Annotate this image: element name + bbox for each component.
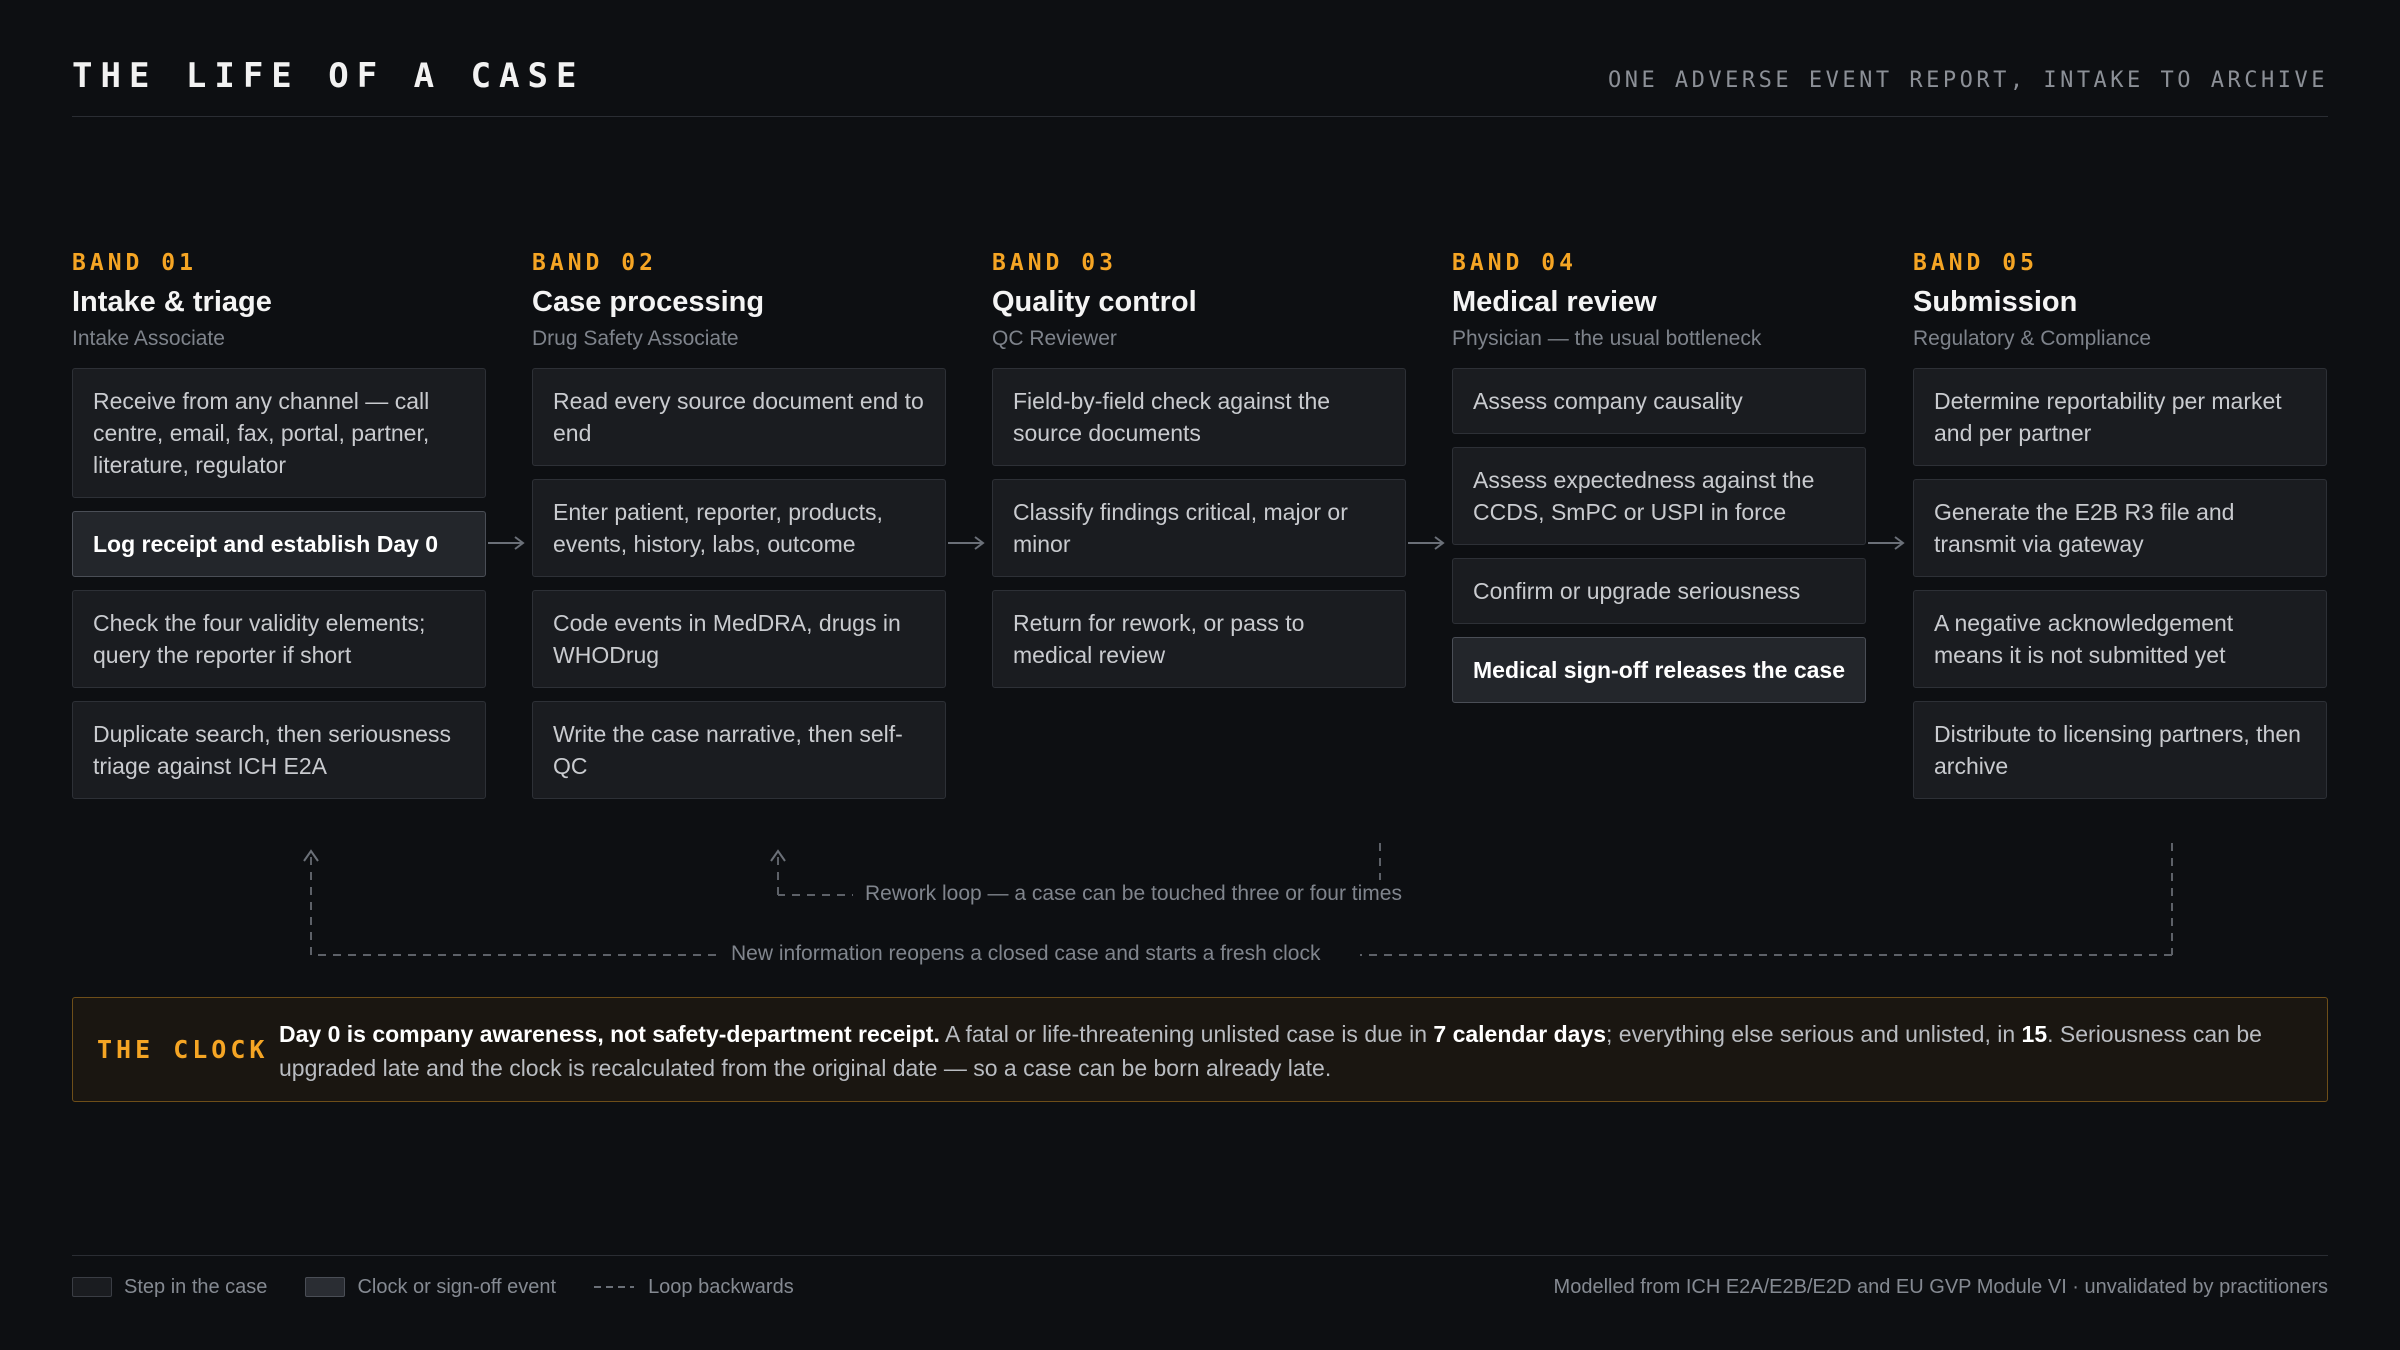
legend-item-step: Step in the case xyxy=(72,1276,267,1299)
legend-label: Loop backwards xyxy=(648,1275,794,1298)
clock-lead: Day 0 is company awareness, not safety-d… xyxy=(279,1021,940,1047)
legend-item-event: Clock or sign-off event xyxy=(305,1276,556,1299)
footer-divider xyxy=(72,1255,2328,1256)
clock-deadline-other: 15 xyxy=(2021,1021,2048,1047)
clock-text: Day 0 is company awareness, not safety-d… xyxy=(279,1017,2297,1085)
legend-item-loop: Loop backwards xyxy=(594,1276,794,1299)
dashed-line-icon xyxy=(594,1286,635,1288)
clock-label: THE CLOCK xyxy=(97,1035,269,1064)
clock-text-part: ; everything else serious and unlisted, … xyxy=(1606,1021,2022,1047)
reopen-loop-label: New information reopens a closed case an… xyxy=(719,940,1333,968)
legend-label: Step in the case xyxy=(124,1275,268,1298)
legend-label: Clock or sign-off event xyxy=(357,1275,557,1298)
clock-deadline-fatal: 7 calendar days xyxy=(1433,1021,1606,1047)
source-credit: Modelled from ICH E2A/E2B/E2D and EU GVP… xyxy=(1553,1276,2328,1298)
loop-lines xyxy=(303,843,2173,956)
legend: Step in the case Clock or sign-off event… xyxy=(72,1272,832,1302)
clock-text-part: A fatal or life-threatening unlisted cas… xyxy=(939,1021,1434,1047)
step-swatch-icon xyxy=(72,1277,112,1297)
event-swatch-icon xyxy=(305,1277,346,1297)
clock-callout: THE CLOCK Day 0 is company awareness, no… xyxy=(72,997,2328,1102)
rework-loop-label: Rework loop — a case can be touched thre… xyxy=(853,880,1414,908)
page: THE LIFE OF A CASE ONE ADVERSE EVENT REP… xyxy=(0,0,2400,1350)
